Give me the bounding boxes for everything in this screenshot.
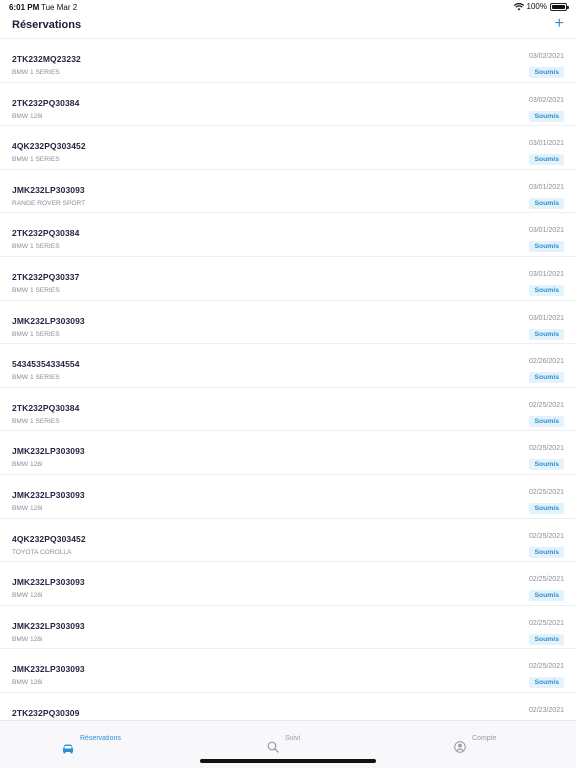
reservation-plate: 2TK232PQ30384 (12, 402, 80, 413)
reservation-row[interactable]: 2TK232PQ30384 BMW 1 SERIES 03/01/2021 Soumi… (0, 213, 576, 257)
status-bar: 6:01 PM Tue Mar 2 100% (0, 0, 576, 14)
reservation-model: BMW 128i (12, 461, 43, 469)
reservation-row[interactable]: JMK232LP303093 BMW 128i 02/25/2021 Soumis (0, 431, 576, 475)
reservation-date: 03/01/2021 (528, 270, 564, 278)
reservation-model: BMW 128i (12, 679, 43, 687)
reservation-row[interactable]: JMK232LP303093 RANGE ROVER SPORT 03/01/202… (0, 170, 576, 214)
wifi-icon (513, 2, 524, 10)
reservation-plate: 2TK232PQ30309 (12, 707, 80, 718)
reservation-model: BMW 1 SERIES (12, 156, 60, 164)
reservation-date: 03/01/2021 (528, 140, 564, 148)
status-badge: Soumis (529, 677, 564, 689)
reservation-list[interactable]: 2TK232MQ23232 BMW 1 SERIES 03/02/2021 Soumi… (0, 39, 576, 720)
reservation-row[interactable]: JMK232LP303093 BMW 128i 02/25/2021 Soumis (0, 562, 576, 606)
reservation-row[interactable]: 2TK232PQ30309 02/23/2021 (0, 693, 576, 720)
reservation-date: 02/25/2021 (528, 532, 564, 540)
reservation-plate: 54345354334554 (12, 359, 80, 370)
battery-icon (550, 2, 569, 11)
reservation-model: BMW 1 SERIES (12, 69, 60, 76)
reservation-row[interactable]: JMK232LP303093 BMW 128i 02/25/2021 Soumis (0, 606, 576, 650)
reservation-row[interactable]: 2TK232PQ30337 BMW 1 SERIES 03/01/2021 Soumi… (0, 257, 576, 301)
reservation-row[interactable]: 2TK232MQ23232 BMW 1 SERIES 03/02/2021 Soumi… (0, 39, 576, 83)
status-badge: Soumis (529, 502, 564, 514)
status-badge: Soumis (529, 284, 564, 296)
reservation-plate: JMK232LP303093 (12, 446, 85, 457)
reservation-date: 03/01/2021 (528, 227, 564, 235)
status-badge: Soumis (529, 197, 564, 209)
reservation-model: BMW 128i (12, 504, 43, 512)
reservation-plate: 2TK232PQ30337 (12, 271, 80, 282)
reservation-plate: 4QK232PQ303452 (12, 533, 86, 544)
tab-reservations-label: Réservations (80, 735, 121, 742)
reservation-date: 02/23/2021 (528, 706, 564, 714)
reservation-plate: 2TK232PQ30384 (12, 97, 80, 108)
reservation-model: RANGE ROVER SPORT (12, 199, 86, 207)
reservation-row[interactable]: JMK232LP303093 BMW 128i 02/25/2021 Soumis (0, 475, 576, 519)
status-badge: Soumis (529, 241, 564, 253)
status-date: Tue Mar 2 (41, 3, 78, 12)
battery-percent: 100% (526, 2, 547, 11)
battery-fill (552, 4, 565, 9)
reservation-date: 02/25/2021 (528, 576, 564, 584)
reservation-date: 02/25/2021 (528, 445, 564, 453)
reservation-date: 02/25/2021 (528, 663, 564, 671)
reservation-date: 02/25/2021 (528, 401, 564, 409)
reservation-model: BMW 1 SERIES (12, 330, 60, 338)
home-indicator (200, 759, 376, 763)
status-badge: Soumis (529, 154, 564, 166)
account-icon (454, 741, 466, 753)
status-badge: Soumis (529, 67, 564, 78)
reservation-row[interactable]: 4QK232PQ303452 TOYOTA COROLLA 02/25/2021 So… (0, 519, 576, 563)
reservation-model: BMW 1 SERIES (12, 286, 60, 294)
reservation-model: BMW 1 SERIES (12, 417, 60, 425)
tab-compte-label: Compte (472, 735, 497, 742)
reservation-plate: JMK232LP303093 (12, 577, 85, 588)
page-title: Réservations (12, 19, 82, 31)
status-badge: Soumis (529, 110, 564, 122)
reservation-date: 03/02/2021 (528, 53, 564, 60)
reservation-plate: 2TK232PQ30384 (12, 228, 80, 239)
tab-bar: Réservations Suivi Compte (0, 720, 576, 768)
reservation-date: 03/02/2021 (528, 96, 564, 104)
status-badge: Soumis (529, 415, 564, 427)
status-right: 100% (513, 2, 569, 11)
reservation-date: 02/26/2021 (528, 358, 564, 366)
reservation-date: 03/01/2021 (528, 183, 564, 191)
reservation-date: 02/25/2021 (528, 488, 564, 496)
status-badge: Soumis (529, 372, 564, 384)
reservation-row[interactable]: JMK232LP303093 BMW 1 SERIES 03/01/2021 Soum… (0, 301, 576, 345)
status-time: 6:01 PM (9, 3, 40, 12)
reservation-model: BMW 128i (12, 112, 43, 120)
reservation-row[interactable]: 2TK232PQ30384 BMW 1 SERIES 02/25/2021 Soumi… (0, 388, 576, 432)
reservation-date: 03/01/2021 (528, 314, 564, 322)
add-reservation-button[interactable]: + (555, 16, 564, 32)
reservation-model: BMW 128i (12, 592, 43, 600)
reservation-plate: 4QK232PQ303452 (12, 141, 86, 152)
reservation-plate: JMK232LP303093 (12, 184, 85, 195)
status-badge: Soumis (529, 546, 564, 558)
status-badge: Soumis (529, 590, 564, 602)
reservation-plate: JMK232LP303093 (12, 489, 85, 500)
search-icon (267, 741, 279, 753)
nav-bar: Réservations + (0, 14, 576, 39)
reservation-model: BMW 128i (12, 635, 43, 643)
reservation-model: TOYOTA COROLLA (12, 548, 72, 556)
reservation-row[interactable]: 4QK232PQ303452 BMW 1 SERIES 03/01/2021 Soum… (0, 126, 576, 170)
reservation-plate: JMK232LP303093 (12, 620, 85, 631)
reservation-row[interactable]: 54345354334554 BMW 1 SERIES 02/26/2021 Soum… (0, 344, 576, 388)
reservation-date: 02/25/2021 (528, 619, 564, 627)
reservation-plate: JMK232LP303093 (12, 664, 85, 675)
status-badge: Soumis (529, 633, 564, 645)
tab-suivi-label: Suivi (285, 735, 301, 742)
reservation-plate: JMK232LP303093 (12, 315, 85, 326)
reservation-row[interactable]: JMK232LP303093 BMW 128i 02/25/2021 Soumis (0, 649, 576, 693)
reservation-plate: 2TK232MQ23232 (12, 54, 81, 64)
reservation-model: BMW 1 SERIES (12, 243, 60, 251)
status-badge: Soumis (529, 459, 564, 471)
reservation-model: BMW 1 SERIES (12, 374, 60, 382)
car-icon (63, 744, 73, 754)
status-badge: Soumis (529, 328, 564, 340)
reservation-row[interactable]: 2TK232PQ30384 BMW 128i 03/02/2021 Soumis (0, 83, 576, 127)
